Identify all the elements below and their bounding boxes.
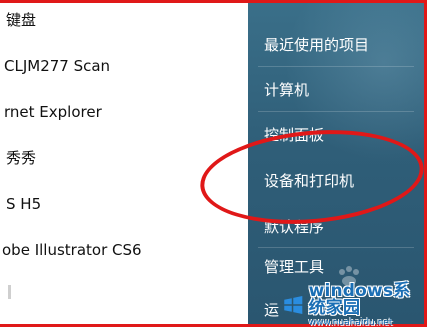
watermark-title: windows系统家园: [308, 280, 411, 318]
highlight-frame: [0, 0, 427, 327]
windows-logo-icon: [284, 295, 303, 315]
site-watermark: windows系统家园 www.nuahaidu.net: [282, 280, 424, 327]
watermark-url: www.nuahaidu.net: [308, 317, 393, 328]
